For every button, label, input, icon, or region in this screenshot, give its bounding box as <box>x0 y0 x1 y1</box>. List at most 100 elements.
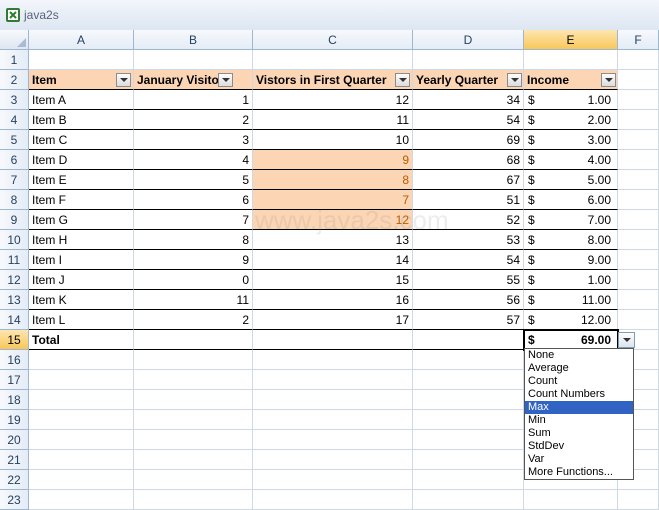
yearly-quarter-cell[interactable]: 57 <box>413 310 524 330</box>
cell[interactable] <box>413 490 524 510</box>
cell[interactable] <box>134 470 253 490</box>
item-name-cell[interactable]: Item H <box>29 230 134 250</box>
cell[interactable] <box>253 350 413 370</box>
row-header-3[interactable]: 3 <box>0 90 29 110</box>
cell[interactable] <box>253 390 413 410</box>
row-header-9[interactable]: 9 <box>0 210 29 230</box>
cell[interactable] <box>253 450 413 470</box>
cell[interactable] <box>413 50 524 70</box>
cell[interactable] <box>618 270 659 290</box>
cell[interactable] <box>134 50 253 70</box>
january-visitors-cell[interactable]: 5 <box>134 170 253 190</box>
yearly-quarter-cell[interactable]: 53 <box>413 230 524 250</box>
first-quarter-visitors-cell[interactable]: 9 <box>253 150 413 170</box>
yearly-quarter-cell[interactable]: 56 <box>413 290 524 310</box>
cell[interactable] <box>29 470 134 490</box>
january-visitors-cell[interactable]: 3 <box>134 130 253 150</box>
first-quarter-visitors-cell[interactable]: 12 <box>253 90 413 110</box>
cell[interactable] <box>29 50 134 70</box>
cell[interactable] <box>618 90 659 110</box>
cell[interactable] <box>618 310 659 330</box>
cell[interactable] <box>29 450 134 470</box>
row-header-17[interactable]: 17 <box>0 370 29 390</box>
cell[interactable] <box>618 210 659 230</box>
cell[interactable] <box>134 490 253 510</box>
cell[interactable] <box>413 430 524 450</box>
first-quarter-visitors-cell[interactable]: 17 <box>253 310 413 330</box>
row-header-18[interactable]: 18 <box>0 390 29 410</box>
cell[interactable] <box>413 410 524 430</box>
income-cell[interactable]: $9.00 <box>524 250 618 270</box>
item-name-cell[interactable]: Item I <box>29 250 134 270</box>
cell[interactable] <box>134 370 253 390</box>
column-header-e[interactable]: E <box>524 30 618 50</box>
row-header-6[interactable]: 6 <box>0 150 29 170</box>
cell[interactable] <box>618 250 659 270</box>
item-name-cell[interactable]: Item L <box>29 310 134 330</box>
income-cell[interactable]: $1.00 <box>524 270 618 290</box>
total-function-dropdown-button[interactable] <box>618 332 635 348</box>
item-name-cell[interactable]: Item C <box>29 130 134 150</box>
cell[interactable] <box>618 290 659 310</box>
row-header-8[interactable]: 8 <box>0 190 29 210</box>
first-quarter-visitors-cell[interactable]: 11 <box>253 110 413 130</box>
yearly-quarter-cell[interactable]: 54 <box>413 250 524 270</box>
function-option-max[interactable]: Max <box>525 401 633 414</box>
cell[interactable] <box>29 410 134 430</box>
cell[interactable] <box>134 450 253 470</box>
yearly-quarter-cell[interactable]: 52 <box>413 210 524 230</box>
first-quarter-visitors-cell[interactable]: 14 <box>253 250 413 270</box>
item-name-cell[interactable]: Item A <box>29 90 134 110</box>
cell[interactable] <box>29 390 134 410</box>
row-header-5[interactable]: 5 <box>0 130 29 150</box>
cell[interactable] <box>253 490 413 510</box>
row-header-14[interactable]: 14 <box>0 310 29 330</box>
function-option-more-functions[interactable]: More Functions... <box>525 466 633 479</box>
first-quarter-visitors-cell[interactable]: 12 <box>253 210 413 230</box>
item-name-cell[interactable]: Item D <box>29 150 134 170</box>
item-name-cell[interactable]: Item F <box>29 190 134 210</box>
cell[interactable] <box>618 230 659 250</box>
row-header-7[interactable]: 7 <box>0 170 29 190</box>
january-visitors-cell[interactable]: 6 <box>134 190 253 210</box>
cell[interactable] <box>253 370 413 390</box>
january-visitors-cell[interactable]: 7 <box>134 210 253 230</box>
first-quarter-visitors-cell[interactable]: 13 <box>253 230 413 250</box>
income-cell[interactable]: $3.00 <box>524 130 618 150</box>
row-header-16[interactable]: 16 <box>0 350 29 370</box>
row-header-10[interactable]: 10 <box>0 230 29 250</box>
cell[interactable] <box>29 350 134 370</box>
row-header-4[interactable]: 4 <box>0 110 29 130</box>
cell[interactable] <box>413 350 524 370</box>
cell[interactable] <box>618 110 659 130</box>
function-option-sum[interactable]: Sum <box>525 427 633 440</box>
function-option-min[interactable]: Min <box>525 414 633 427</box>
cell[interactable] <box>618 130 659 150</box>
yearly-quarter-cell[interactable]: 68 <box>413 150 524 170</box>
function-option-count[interactable]: Count <box>525 375 633 388</box>
table-header-january[interactable]: January Visitors <box>134 70 253 90</box>
column-header-d[interactable]: D <box>413 30 524 50</box>
first-quarter-visitors-cell[interactable]: 8 <box>253 170 413 190</box>
row-header-2[interactable]: 2 <box>0 70 29 90</box>
item-name-cell[interactable]: Item E <box>29 170 134 190</box>
total-row-cell[interactable] <box>134 330 253 350</box>
row-header-11[interactable]: 11 <box>0 250 29 270</box>
item-name-cell[interactable]: Item J <box>29 270 134 290</box>
item-name-cell[interactable]: Item K <box>29 290 134 310</box>
cell[interactable] <box>29 370 134 390</box>
january-visitors-cell[interactable]: 9 <box>134 250 253 270</box>
cell[interactable] <box>618 70 659 90</box>
row-header-1[interactable]: 1 <box>0 50 29 70</box>
income-cell[interactable]: $2.00 <box>524 110 618 130</box>
cell[interactable] <box>413 470 524 490</box>
row-header-12[interactable]: 12 <box>0 270 29 290</box>
income-cell[interactable]: $1.00 <box>524 90 618 110</box>
yearly-quarter-cell[interactable]: 34 <box>413 90 524 110</box>
cell[interactable] <box>134 390 253 410</box>
cell[interactable] <box>618 150 659 170</box>
row-header-21[interactable]: 21 <box>0 450 29 470</box>
cell[interactable] <box>253 410 413 430</box>
january-visitors-cell[interactable]: 11 <box>134 290 253 310</box>
cell[interactable] <box>134 410 253 430</box>
